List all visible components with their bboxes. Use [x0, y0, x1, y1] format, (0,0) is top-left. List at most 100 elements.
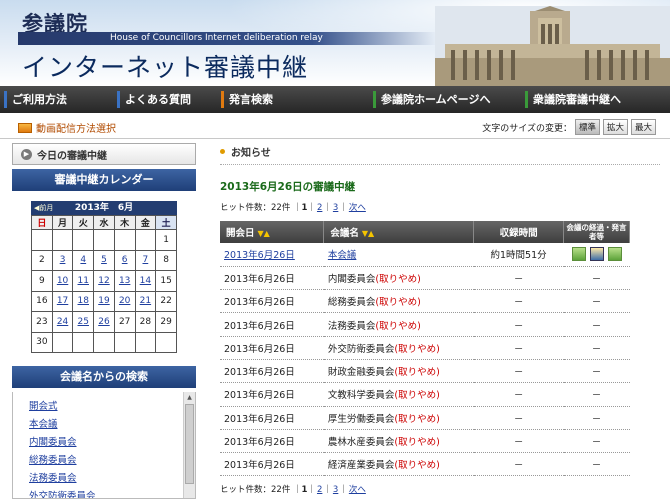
- column-speakers: 会議の経過・発言者等: [563, 221, 630, 243]
- cancel-label: (取りやめ): [394, 343, 440, 355]
- calendar-day-link[interactable]: 6: [122, 255, 128, 265]
- font-size-large-button[interactable]: 拡大: [602, 119, 628, 135]
- calendar-day-link[interactable]: 24: [57, 317, 68, 327]
- calendar-day: 28: [134, 311, 157, 333]
- logo-english-subtitle: House of Councillors Internet deliberati…: [18, 32, 438, 45]
- calendar-week: 23 24 25 26 27 28 29: [31, 311, 177, 333]
- committee-list-scrollbar[interactable]: ▲: [183, 392, 195, 498]
- row-duration: －: [473, 429, 564, 454]
- calendar-day-link[interactable]: 25: [78, 317, 89, 327]
- speaker-icons: [564, 247, 630, 262]
- row-speakers: －: [563, 359, 630, 384]
- row-date: 2013年6月26日: [220, 406, 324, 430]
- calendar-day: [72, 229, 95, 251]
- committee-link[interactable]: 法務委員会: [29, 470, 195, 484]
- nav-usage[interactable]: ご利用方法: [0, 86, 113, 113]
- row-meeting-link[interactable]: 本会議: [328, 250, 357, 261]
- nav-speech-search[interactable]: 発言検索: [217, 86, 369, 113]
- video-icon: [18, 122, 32, 133]
- calendar-day: 6: [113, 249, 136, 271]
- column-date[interactable]: 開会日 ▼▲: [220, 221, 325, 243]
- page-3-link[interactable]: 3: [333, 203, 338, 213]
- calendar-day-link[interactable]: 19: [98, 296, 109, 306]
- calendar-day: 19: [93, 290, 115, 312]
- committee-link[interactable]: 総務委員会: [29, 452, 195, 466]
- table-row: 2013年6月26日 法務委員会(取りやめ) －－: [220, 312, 630, 337]
- calendar-day-link[interactable]: 12: [98, 276, 109, 286]
- calendar-day-link[interactable]: 5: [101, 255, 107, 265]
- weekday-header: 木: [113, 215, 136, 230]
- today-relay-label: 今日の審議中継: [37, 150, 107, 162]
- cancel-label: (取りやめ): [375, 273, 421, 285]
- video-delivery-label: 動画配信方法選択: [36, 124, 116, 135]
- row-meeting-name: 総務委員会: [327, 297, 376, 309]
- calendar-day: [72, 331, 95, 353]
- calendar-day-link[interactable]: 10: [57, 276, 68, 286]
- committee-link[interactable]: 外交防衛委員会: [29, 488, 195, 498]
- calendar-day: [134, 229, 157, 251]
- font-size-standard-button[interactable]: 標準: [574, 119, 600, 135]
- calendar-day-link[interactable]: 7: [143, 255, 149, 265]
- calendar: ◀前月 2013年 6月 日月火水木金土 1 2 3 4 5 6 7 8 9 10 11 12 13 14…: [31, 201, 177, 353]
- site-title[interactable]: インターネット審議中継: [22, 48, 308, 84]
- calendar-day: [93, 229, 115, 251]
- column-name[interactable]: 会議名 ▼▲: [323, 221, 475, 243]
- committee-link[interactable]: 内閣委員会: [29, 434, 195, 448]
- notice-heading: お知らせ: [220, 143, 660, 165]
- calendar-day: 13: [113, 270, 136, 292]
- font-size-max-button[interactable]: 最大: [630, 119, 656, 135]
- committee-link[interactable]: 本会議: [29, 416, 195, 430]
- calendar-day: 17: [51, 290, 74, 312]
- calendar-day-link[interactable]: 26: [98, 317, 109, 327]
- next-page-link[interactable]: 次へ: [349, 485, 366, 495]
- cancel-label: (取りやめ): [394, 413, 440, 425]
- nav-representatives-relay[interactable]: 衆議院審議中継へ: [521, 86, 661, 113]
- row-meeting: 農林水産委員会(取りやめ): [323, 429, 474, 454]
- calendar-day: 1: [155, 229, 177, 251]
- page-3-link[interactable]: 3: [333, 485, 338, 495]
- nav-councillors-home[interactable]: 参議院ホームページへ: [369, 86, 521, 113]
- minutes-icon[interactable]: [571, 247, 586, 262]
- calendar-day-link[interactable]: 3: [60, 255, 66, 265]
- row-speakers: －: [563, 406, 630, 430]
- calendar-day-link[interactable]: 4: [80, 255, 86, 265]
- calendar-day-link[interactable]: 20: [119, 296, 130, 306]
- row-meeting: 外交防衛委員会(取りやめ): [323, 336, 474, 360]
- calendar-day-link[interactable]: 13: [119, 276, 130, 286]
- page-2-link[interactable]: 2: [317, 485, 322, 495]
- committee-link[interactable]: 開会式: [29, 398, 195, 412]
- calendar-day-link[interactable]: 17: [57, 296, 68, 306]
- sort-icon[interactable]: ▼▲: [258, 229, 270, 238]
- hit-count-bottom: ヒット件数：22件 ｜1｜2｜3｜次へ: [220, 485, 366, 496]
- calendar-day: [51, 331, 74, 353]
- video-delivery-link[interactable]: 動画配信方法選択: [18, 120, 116, 135]
- row-date: 2013年6月26日: [220, 243, 324, 267]
- cancel-label: (取りやめ): [394, 367, 440, 379]
- weekday-header: 月: [51, 215, 74, 230]
- edit-icon[interactable]: [607, 247, 622, 262]
- calendar-day-link[interactable]: 18: [78, 296, 89, 306]
- calendar-week: 30: [31, 331, 177, 353]
- calendar-day-link[interactable]: 11: [78, 276, 89, 286]
- notice-label[interactable]: お知らせ: [231, 144, 271, 159]
- row-meeting: 厚生労働委員会(取りやめ): [323, 406, 474, 430]
- row-date: 2013年6月26日: [220, 266, 324, 291]
- scroll-thumb[interactable]: [185, 404, 194, 484]
- sort-icon[interactable]: ▼▲: [362, 229, 374, 238]
- diet-building-image: [435, 6, 670, 86]
- cancel-label: (取りやめ): [394, 390, 440, 402]
- table-row: 2013年6月26日 農林水産委員会(取りやめ) －－: [220, 429, 630, 454]
- calendar-day-link[interactable]: 14: [140, 276, 151, 286]
- row-date-link[interactable]: 2013年6月26日: [224, 250, 295, 261]
- today-relay-button[interactable]: ▶ 今日の審議中継: [12, 143, 196, 165]
- page-2-link[interactable]: 2: [317, 203, 322, 213]
- prev-month-link[interactable]: ◀前月: [34, 201, 53, 215]
- calendar-day-link[interactable]: 21: [140, 296, 151, 306]
- scroll-up-icon[interactable]: ▲: [185, 393, 194, 402]
- calendar-day: [113, 331, 136, 353]
- weekday-header: 火: [72, 215, 95, 230]
- speaker-icon[interactable]: [589, 247, 604, 262]
- next-page-link[interactable]: 次へ: [349, 203, 366, 213]
- committee-list: 開会式本会議内閣委員会総務委員会法務委員会外交防衛委員会財政金融委員会 ▲: [12, 392, 196, 499]
- nav-faq[interactable]: よくある質問: [113, 86, 217, 113]
